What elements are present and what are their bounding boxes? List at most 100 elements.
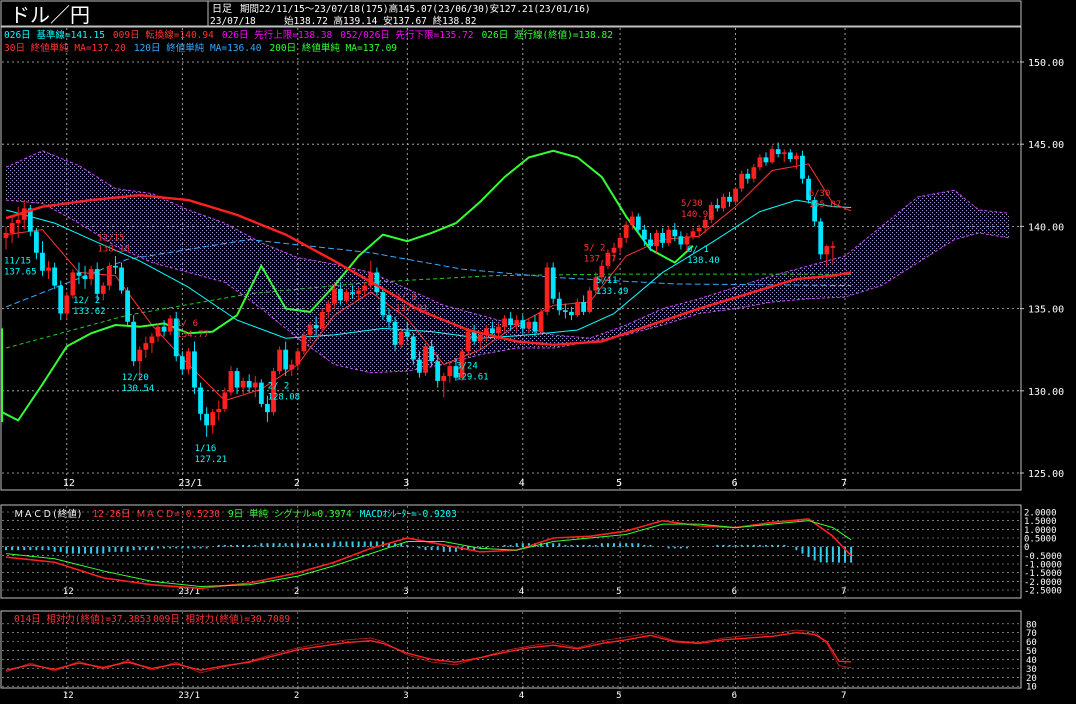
candle-body-up bbox=[64, 295, 70, 314]
candle-body-up bbox=[794, 155, 799, 159]
annotation-date: 11/15 bbox=[4, 256, 31, 266]
macd-x-tick-label: 4 bbox=[519, 587, 524, 597]
candle-body-up bbox=[623, 224, 629, 238]
legend-senkou-a: 026日 先行上限=138.38 bbox=[222, 29, 333, 41]
price-y-tick-label: 150.00 bbox=[1028, 58, 1064, 69]
candle-body-up bbox=[611, 247, 617, 253]
candle-body-up bbox=[70, 272, 76, 296]
signal-line bbox=[5, 520, 852, 588]
candle-body-down bbox=[660, 232, 666, 243]
rsi-x-tick-label: 5 bbox=[616, 691, 621, 701]
candle-body-up bbox=[757, 157, 763, 168]
header: ドル／円 日足 期間22/11/15～23/07/18(175)高145.07(… bbox=[0, 0, 1022, 27]
macd-x-tick-label: 2 bbox=[294, 587, 299, 597]
candle-body-down bbox=[648, 239, 653, 247]
chart-title: ドル／円 bbox=[10, 3, 90, 27]
legend-kijun: 026日 基準線=141.15 bbox=[4, 29, 105, 41]
chart-canvas: ドル／円 日足 期間22/11/15～23/07/18(175)高145.07(… bbox=[0, 0, 1064, 701]
price-x-tick-label: 7 bbox=[841, 478, 847, 489]
rsi-x-tick-label: 3 bbox=[403, 691, 408, 701]
candle-body-up bbox=[514, 320, 520, 326]
candle-body-down bbox=[635, 216, 641, 230]
candle-body-down bbox=[818, 221, 824, 255]
annotation-value: 134.77 bbox=[176, 330, 209, 340]
ohlc-label: 始138.72 高139.14 安137.67 終138.82 bbox=[284, 15, 476, 27]
candle-body-up bbox=[398, 331, 404, 345]
candle-body-up bbox=[684, 236, 690, 245]
candle-body-down bbox=[800, 155, 805, 179]
rsi-x-tick-label: 23/1 bbox=[178, 691, 200, 701]
candle-body-down bbox=[532, 321, 538, 332]
candle-body-down bbox=[392, 321, 398, 345]
candle-body-up bbox=[9, 223, 15, 233]
annotation-date: 5/30 bbox=[681, 199, 703, 209]
candle-body-up bbox=[824, 246, 830, 255]
candle-body-down bbox=[672, 229, 678, 237]
candle-body-down bbox=[76, 272, 82, 276]
candle-body-up bbox=[277, 349, 282, 372]
annotation-value: 133.62 bbox=[73, 307, 106, 317]
candle-body-down bbox=[550, 267, 556, 299]
candle-body-down bbox=[234, 371, 240, 388]
annotation-value: 130.54 bbox=[122, 384, 155, 394]
candle-body-up bbox=[46, 267, 51, 271]
macd-x-tick-label: 12 bbox=[63, 587, 74, 597]
candle-body-down bbox=[678, 236, 684, 245]
candle-body-down bbox=[265, 403, 270, 413]
candle-body-up bbox=[137, 349, 143, 362]
annotation-date: 5/ 2 bbox=[584, 243, 606, 253]
legend-macd-signal: 9日 単純 シグナル=0.3974 bbox=[228, 508, 352, 520]
candle-body-down bbox=[508, 318, 514, 326]
candle-body-up bbox=[252, 382, 258, 388]
candle-body-up bbox=[289, 364, 295, 370]
candle-body-up bbox=[362, 285, 368, 291]
macd-x-tick-label: 6 bbox=[732, 587, 737, 597]
candle-body-up bbox=[465, 331, 471, 352]
candle-body-up bbox=[167, 318, 173, 332]
legend-macd-oscillator: MACDｵｼﾚｰﾀｰ=-0.9203 bbox=[360, 509, 457, 520]
candle-body-down bbox=[58, 285, 64, 314]
candle-body-down bbox=[520, 320, 526, 329]
annotation-date: 12/15 bbox=[97, 234, 124, 244]
candle-body-up bbox=[295, 351, 301, 365]
candle-body-up bbox=[721, 196, 726, 209]
candle-body-down bbox=[569, 311, 574, 316]
candle-body-down bbox=[40, 252, 45, 271]
candle-body-down bbox=[471, 331, 477, 342]
candle-body-down bbox=[763, 157, 769, 163]
candle-body-up bbox=[210, 412, 216, 426]
current-date-label: 23/07/18 bbox=[210, 16, 256, 27]
annotation-value: 137.91 bbox=[395, 304, 428, 314]
candle-body-up bbox=[702, 219, 708, 229]
annotation-date: 3/24 bbox=[456, 362, 478, 372]
legend-chikou: 026日 遅行線(終値)=138.82 bbox=[482, 29, 613, 41]
candle-body-down bbox=[429, 346, 434, 362]
candle-body-down bbox=[350, 292, 355, 294]
legend-tenkan: 009日 転換線=140.94 bbox=[113, 29, 214, 41]
candle-body-up bbox=[155, 326, 161, 337]
rsi-x-tick-label: 2 bbox=[294, 691, 299, 701]
candle-body-down bbox=[113, 265, 118, 268]
candle-body-down bbox=[125, 290, 130, 322]
annotation-value: 137.77 bbox=[584, 254, 617, 264]
candle-body-down bbox=[490, 328, 495, 334]
price-y-tick-label: 125.00 bbox=[1028, 469, 1064, 480]
candle-body-up bbox=[88, 269, 94, 280]
period-type-label: 日足 bbox=[212, 3, 232, 15]
legend-rsi14: 014日 相対力(終値)=37.3853 bbox=[14, 613, 151, 625]
candle-body-down bbox=[775, 149, 781, 155]
candle-body-up bbox=[690, 231, 696, 237]
annotation-date: 2/ 2 bbox=[268, 381, 290, 391]
legend-ma30: 30日 終値単純 MA=137.20 bbox=[4, 42, 126, 54]
candle-body-down bbox=[52, 267, 58, 286]
candle-body-up bbox=[222, 392, 228, 409]
rsi-x-tick-label: 12 bbox=[63, 691, 74, 701]
candle-body-up bbox=[331, 288, 337, 304]
candle-body-up bbox=[575, 302, 580, 316]
candle-body-down bbox=[119, 267, 124, 291]
candle-body-up bbox=[544, 267, 550, 312]
candle-body-down bbox=[727, 196, 732, 202]
candle-body-up bbox=[3, 232, 9, 238]
candle-body-up bbox=[319, 311, 325, 329]
annotation-value: 138.18 bbox=[97, 245, 130, 255]
